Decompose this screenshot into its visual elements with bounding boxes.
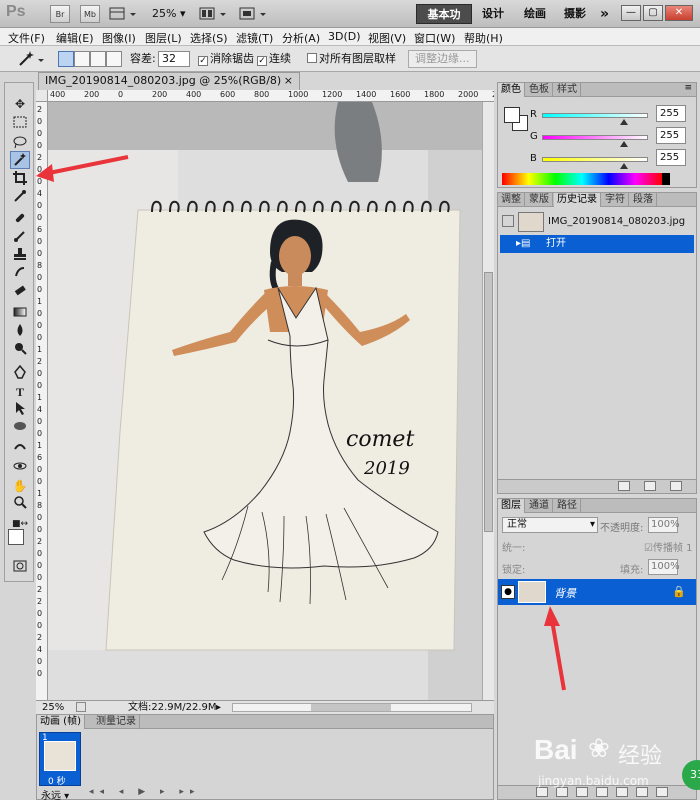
watermark-brand: Bai: [534, 734, 578, 765]
watermark-brand-cn: 经验: [618, 744, 663, 769]
foreground-swatch[interactable]: [504, 107, 520, 123]
baidu-watermark: Bai ❀ 经验 jingyan.baidu.com 33: [514, 716, 700, 800]
annotation-arrows: [36, 155, 566, 691]
arrow-to-magic-wand-icon: [36, 155, 129, 182]
paw-icon: ❀: [588, 734, 610, 764]
watermark-badge: 33: [682, 760, 700, 790]
watermark-url: jingyan.baidu.com: [538, 774, 649, 788]
arrow-to-layer-icon: [544, 606, 566, 691]
